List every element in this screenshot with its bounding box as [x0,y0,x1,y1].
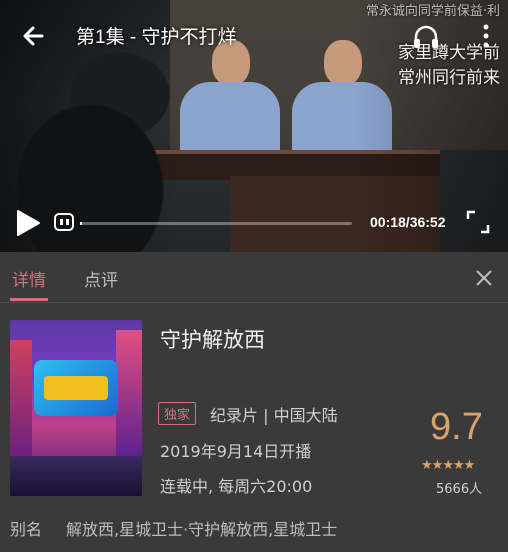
time-display: 00:18/36:52 [370,214,446,230]
episode-title: 第1集 - 守护不打烊 [76,27,237,48]
danmu-comment: 常州同行前来 [398,68,500,88]
player-controls: 00:18/36:52 [0,200,508,252]
rating-count: 5666人 [436,482,483,497]
show-name: 守护解放西 [160,328,265,352]
update-schedule: 连载中, 每周六20:00 [160,477,313,496]
more-vertical-icon[interactable] [478,20,494,52]
show-detail-panel: 守护解放西 独家 纪录片 | 中国大陆 2019年9月14日开播 连载中, 每周… [0,302,508,552]
headphone-icon[interactable] [411,22,441,52]
tab-detail[interactable]: 详情 [12,266,46,291]
fullscreen-icon[interactable] [466,210,490,234]
player-top-bar: 第1集 - 守护不打烊 [0,0,508,64]
back-arrow-icon[interactable] [18,20,50,52]
active-tab-indicator [10,298,48,301]
tab-bar: 详情 点评 [0,252,508,303]
play-icon[interactable] [12,208,42,238]
video-player[interactable]: 常永诚向同学前保益·利 家里蹲大学前 常州同行前来 第1集 - 守护不打烊 00… [0,0,508,252]
genre-region: 纪录片 | 中国大陆 [210,406,338,425]
star-icon: ★ [463,458,476,473]
rating-stars: ★★★★★ [421,458,476,473]
alias-value: 解放西,星城卫士·守护解放西,星城卫士 [66,520,338,539]
danmu-icon[interactable] [54,213,74,231]
progress-bar[interactable] [80,222,352,225]
star-icon: ★ [421,458,433,473]
premiere-date: 2019年9月14日开播 [160,442,312,461]
star-icon: ★ [452,458,465,473]
star-icon: ★ [442,458,454,473]
show-poster[interactable] [10,320,142,496]
star-icon: ★ [431,458,444,473]
progress-fill [80,222,83,225]
tab-review[interactable]: 点评 [84,266,118,291]
close-icon[interactable] [474,268,494,288]
rating-score: 9.7 [430,406,483,448]
alias-label: 别名 [10,520,43,539]
exclusive-badge: 独家 [158,402,197,425]
